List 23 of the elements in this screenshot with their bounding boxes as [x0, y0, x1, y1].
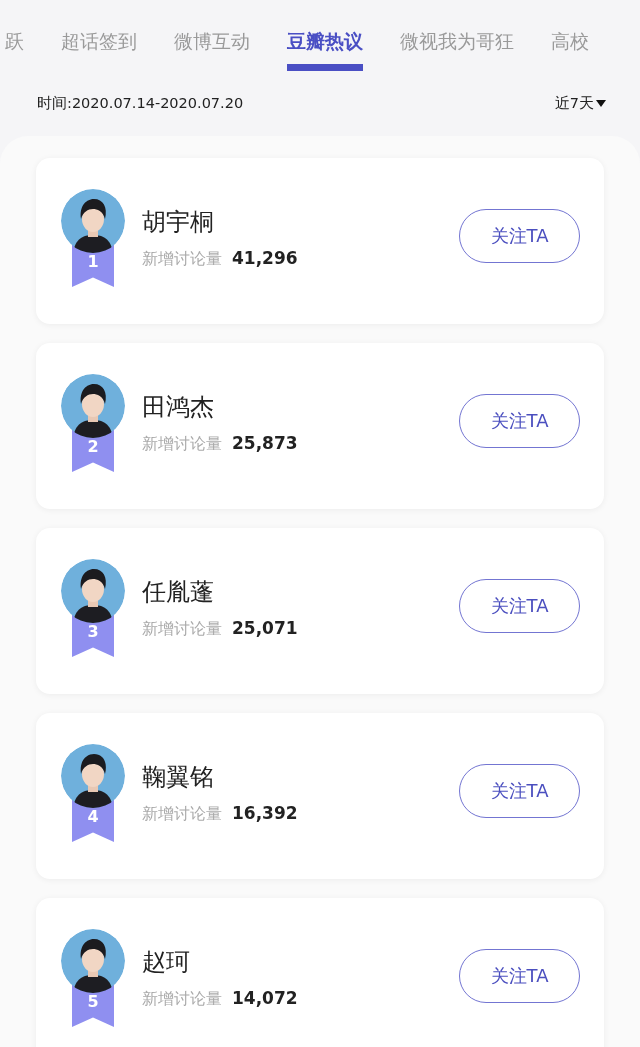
- metric-value: 14,072: [232, 988, 298, 1008]
- follow-button[interactable]: 关注TA: [459, 394, 580, 448]
- metric-label: 新增讨论量: [142, 249, 222, 270]
- follow-button[interactable]: 关注TA: [459, 209, 580, 263]
- date-range-text: 时间:2020.07.14-2020.07.20: [37, 93, 244, 113]
- person-name: 胡宇桐: [142, 207, 215, 238]
- follow-button[interactable]: 关注TA: [459, 764, 580, 818]
- metric-label: 新增讨论量: [142, 989, 222, 1010]
- range-dropdown[interactable]: 近7天: [554, 93, 606, 113]
- metric-label: 新增讨论量: [142, 619, 222, 640]
- person-name: 鞠翼铭: [142, 762, 215, 793]
- follow-button[interactable]: 关注TA: [459, 949, 580, 1003]
- metric-label: 新增讨论量: [142, 434, 222, 455]
- person-name: 任胤蓬: [142, 577, 215, 608]
- caret-icon: [596, 99, 606, 107]
- person-name: 田鸿杰: [142, 392, 215, 423]
- metric-value: 25,071: [232, 618, 298, 638]
- metric-value: 25,873: [232, 433, 298, 453]
- metric-value: 41,296: [232, 248, 298, 268]
- metric-value: 16,392: [232, 803, 298, 823]
- person-name: 赵珂: [142, 947, 191, 978]
- metric-label: 新增讨论量: [142, 804, 222, 825]
- follow-button[interactable]: 关注TA: [459, 579, 580, 633]
